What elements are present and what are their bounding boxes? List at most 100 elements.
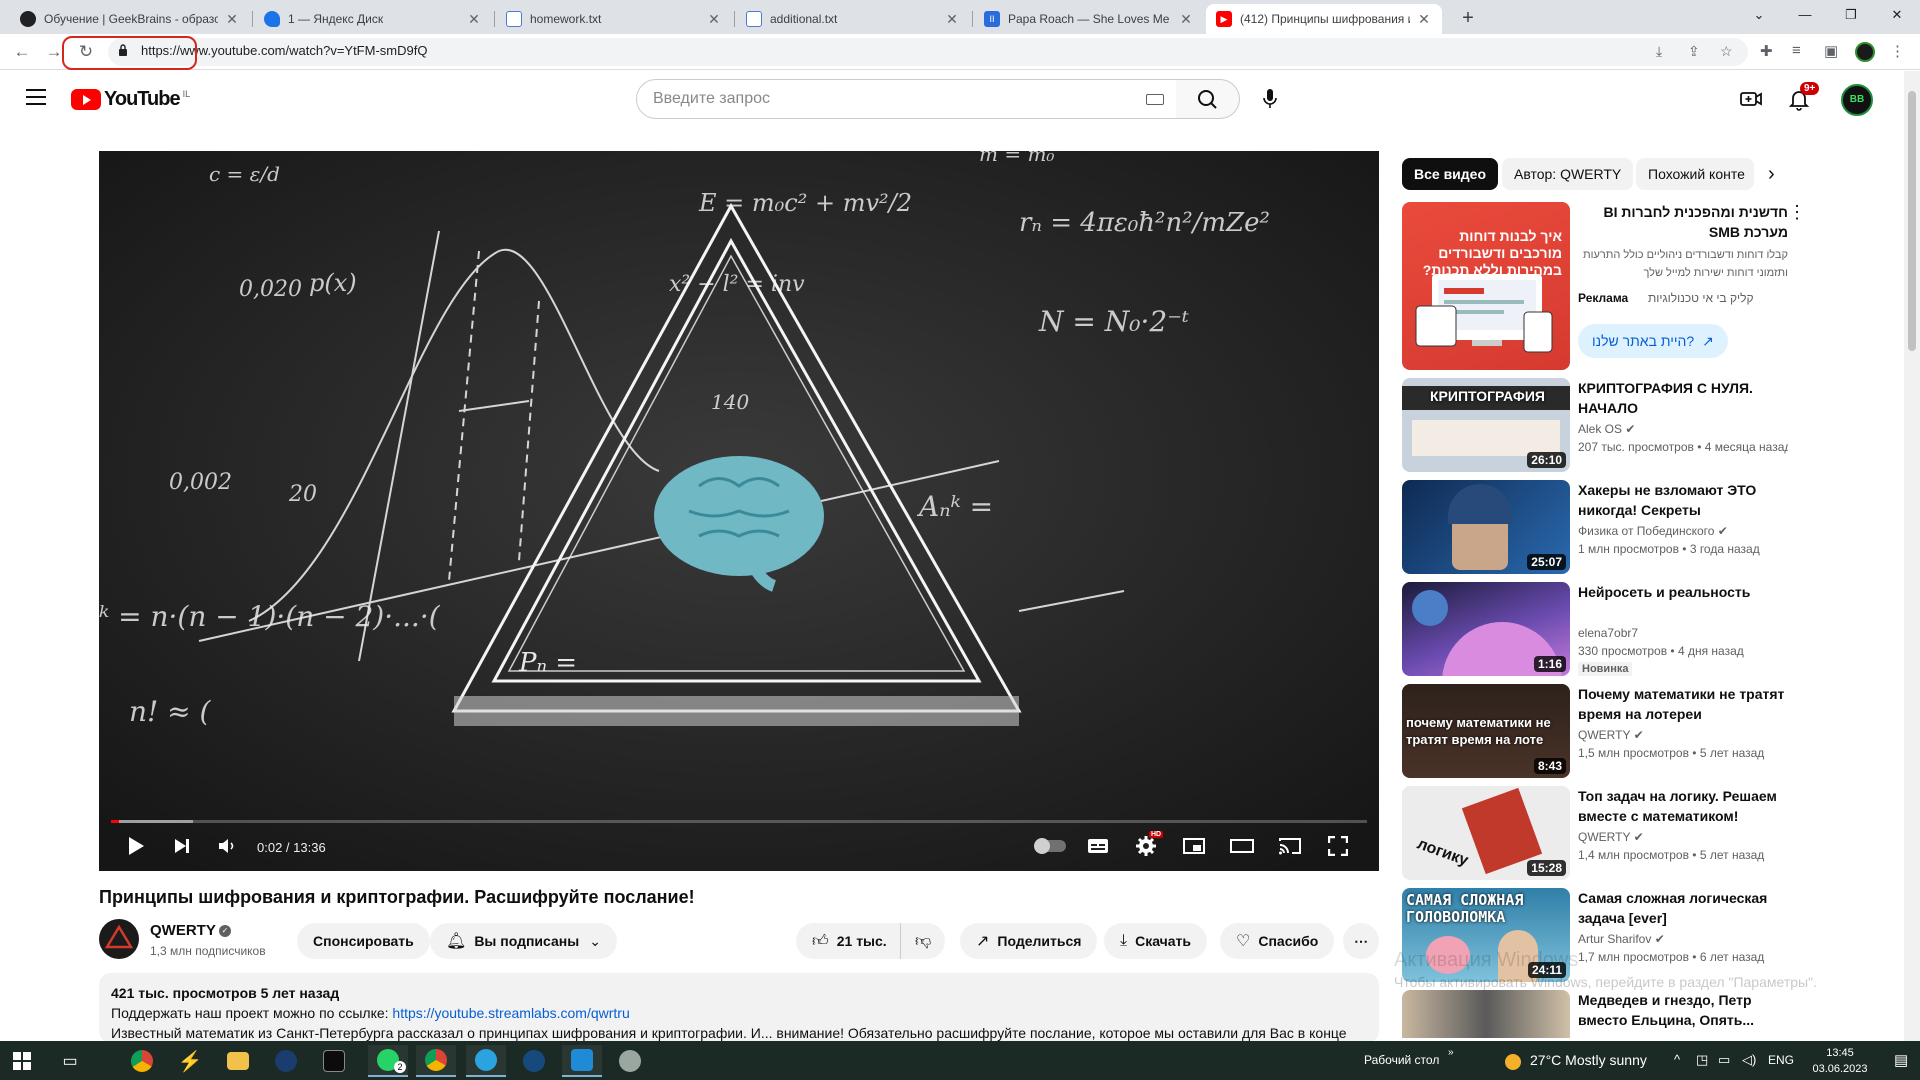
more-vertical-icon[interactable]: ⋮ [1788,202,1806,223]
input-language[interactable]: ENG [1768,1053,1794,1067]
restore-icon[interactable]: ❐ [1828,0,1874,30]
taskbar-telegram[interactable] [466,1045,506,1077]
desktop-toolbar-label[interactable]: Рабочий стол [1364,1053,1439,1067]
recommendation-item[interactable]: Медведев и гнездо, Петр вместо Ельцина, … [1402,990,1880,1038]
settings-button[interactable]: HD [1131,831,1164,861]
clock[interactable]: 13:45 03.06.2023 [1806,1045,1874,1077]
volume-tray-icon[interactable]: ◁) [1742,1052,1756,1068]
fullscreen-button[interactable] [1323,831,1353,861]
extensions-icon[interactable]: ✚ [1760,42,1773,60]
ad-title[interactable]: חדשנית ומהפכנית לחברות BI מערכת SMB [1578,202,1788,242]
tab-search-icon[interactable]: ⌄ [1736,0,1782,30]
close-window-icon[interactable]: ✕ [1874,0,1920,30]
recommendation-title[interactable]: Медведев и гнездо, Петр вместо Ельцина, … [1578,990,1788,1030]
recommendation-thumbnail[interactable]: логику 15:28 [1402,786,1570,880]
more-actions-button[interactable]: ⋯ [1343,923,1379,959]
video-player[interactable]: 0,020 p(x) 0,002 20 140 E = m₀c² + mv²/2… [99,151,1379,871]
miniplayer-button[interactable] [1179,831,1209,861]
tray-chevron-icon[interactable]: ^ [1674,1052,1680,1067]
sponsor-button[interactable]: Спонсировать [297,923,430,959]
tab-geekbrains[interactable]: Обучение | GeekBrains - образо ✕ [10,4,250,34]
tab-homework[interactable]: homework.txt ✕ [496,4,732,34]
next-button[interactable] [167,831,197,861]
recommendation-channel[interactable]: QWERTY ✔ [1578,830,1644,844]
recommendation-channel[interactable]: Физика от Побединского ✔ [1578,524,1728,538]
close-tab-icon[interactable]: ✕ [466,11,482,28]
tab-papa-roach[interactable]: II Papa Roach — She Loves Me Not ✕ [974,4,1204,34]
recommendation-title[interactable]: Хакеры не взломают ЭТО никогда! Секреты … [1578,480,1788,520]
ad-cta-button[interactable]: ↗ ?היית באתר שלנו [1578,324,1728,358]
recommendation-item[interactable]: 25:07 Хакеры не взломают ЭТО никогда! Се… [1402,480,1880,574]
recommendation-thumbnail[interactable]: 25:07 [1402,480,1570,574]
media-control-icon[interactable]: ≡ [1792,42,1801,59]
create-video-button[interactable] [1737,85,1765,113]
task-view-button[interactable]: ▭ [50,1045,90,1077]
account-avatar[interactable]: BB [1841,84,1873,116]
taskbar-vscode[interactable] [562,1045,602,1077]
autoplay-toggle[interactable] [1033,831,1069,861]
keyboard-icon[interactable] [1146,94,1164,105]
like-button[interactable]: 👍︎ 21 тыс. [796,923,901,959]
notification-center-icon[interactable]: ▤ [1894,1051,1908,1069]
theater-mode-button[interactable] [1227,831,1257,861]
new-tab-button[interactable]: + [1454,6,1482,32]
scrollbar-thumb[interactable] [1908,91,1916,351]
browser-menu-icon[interactable]: ⋮ [1890,42,1905,60]
taskbar-chrome[interactable] [122,1045,162,1077]
recommendation-item[interactable]: 1:16 Нейросеть и реальность elena7obr7 3… [1402,582,1880,676]
menu-hamburger-icon[interactable] [26,89,46,105]
close-tab-icon[interactable]: ✕ [1178,11,1194,28]
channel-avatar[interactable] [99,919,139,959]
sidebar-ad[interactable]: איך לבנות דוחות מורכבים ודשבורדים במהירו… [1402,202,1880,370]
taskbar-steam[interactable] [266,1045,306,1077]
recommendation-channel[interactable]: Artur Sharifov ✔ [1578,932,1665,946]
close-tab-icon[interactable]: ✕ [1416,11,1432,28]
install-app-icon[interactable]: ⤓ [1656,43,1662,60]
bookmark-star-icon[interactable]: ☆ [1720,43,1733,60]
tab-yandex-disk[interactable]: 1 — Яндекс Диск ✕ [254,4,492,34]
taskbar-whatsapp[interactable]: 2 [368,1045,408,1077]
tray-app-icon[interactable]: ◳ [1696,1052,1708,1068]
youtube-logo[interactable]: YouTube IL [71,88,190,111]
cast-button[interactable] [1275,831,1305,861]
side-panel-icon[interactable]: ▣ [1824,42,1838,60]
network-icon[interactable]: ▭ [1718,1052,1730,1068]
recommendation-title[interactable]: Почему математики не тратят время на лот… [1578,684,1788,724]
close-tab-icon[interactable]: ✕ [224,11,240,28]
taskbar-app-bolt[interactable]: ⚡ [170,1045,210,1077]
recommendation-title[interactable]: Топ задач на логику. Решаем вместе с мат… [1578,786,1788,826]
thanks-button[interactable]: ♡ Спасибо [1220,923,1335,959]
taskbar-terminal[interactable] [314,1045,354,1077]
taskbar-chrome-window[interactable] [416,1045,456,1077]
recommendation-channel[interactable]: Alek OS ✔ [1578,422,1635,436]
recommendation-channel[interactable]: elena7obr7 [1578,626,1638,640]
recommendation-item[interactable]: логику 15:28 Топ задач на логику. Решаем… [1402,786,1880,880]
chevron-right-icon[interactable]: › [1768,163,1775,186]
dislike-button[interactable]: 👎︎ [900,923,946,959]
taskbar-steam-2[interactable] [514,1045,554,1077]
recommendation-title[interactable]: КРИПТОГРАФИЯ С НУЛЯ. НАЧАЛО [1578,378,1788,418]
tab-additional[interactable]: additional.txt ✕ [736,4,970,34]
search-box[interactable] [636,79,1177,119]
chip-related[interactable]: Похожий конте [1636,158,1754,190]
taskbar-app-misc[interactable] [610,1045,650,1077]
back-icon[interactable]: ← [8,38,36,66]
recommendation-title[interactable]: Самая сложная логическая задача [ever] [1578,888,1788,928]
close-tab-icon[interactable]: ✕ [706,11,722,28]
recommendation-channel[interactable]: QWERTY ✔ [1578,728,1644,742]
chip-author[interactable]: Автор: QWERTY [1502,158,1634,190]
share-page-icon[interactable]: ⇪ [1688,43,1700,60]
subtitles-button[interactable] [1083,831,1113,861]
recommendation-thumbnail[interactable]: КРИПТОГРАФИЯ 26:10 [1402,378,1570,472]
start-button[interactable] [2,1045,42,1077]
channel-name[interactable]: QWERTY [150,922,216,939]
page-scrollbar[interactable] [1904,71,1920,1041]
subscribed-button[interactable]: 🔔︎ Вы подписаны ⌄ [430,923,617,959]
volume-button[interactable] [213,831,243,861]
voice-search-button[interactable] [1250,79,1290,119]
recommendation-thumbnail[interactable]: 1:16 [1402,582,1570,676]
search-input[interactable] [653,90,1113,108]
progress-bar[interactable] [111,820,1367,823]
browser-profile-avatar[interactable] [1855,42,1875,62]
minimize-icon[interactable]: — [1782,0,1828,30]
